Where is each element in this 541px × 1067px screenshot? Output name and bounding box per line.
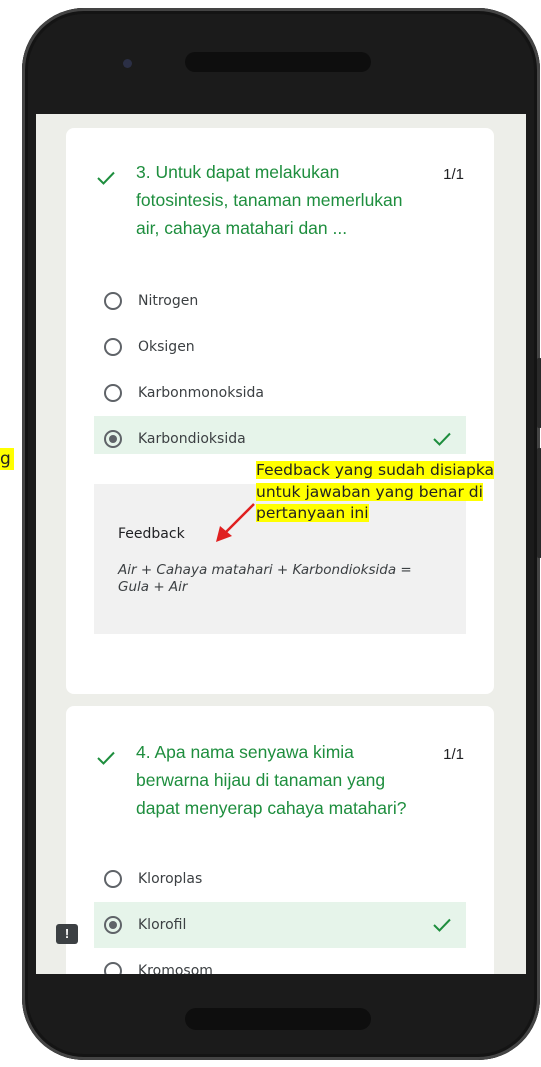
feedback-text-line: Gula + Air: [118, 579, 188, 595]
radio-icon[interactable]: [104, 962, 122, 974]
option-kloroplas[interactable]: Kloroplas: [94, 856, 466, 902]
correct-answer-check-icon: [433, 918, 451, 932]
option-label: Oksigen: [138, 339, 195, 355]
question-title: 3. Untuk dapat melakukan fotosintesis, t…: [136, 158, 436, 242]
question-title-line: air, cahaya matahari dan ...: [136, 218, 348, 238]
feedback-text-line: Air + Cahaya matahari + Karbondioksida =: [118, 562, 412, 578]
option-nitrogen[interactable]: Nitrogen: [94, 278, 466, 324]
option-label: Kromosom: [138, 963, 213, 974]
radio-selected-icon[interactable]: [104, 430, 122, 448]
radio-icon[interactable]: [104, 292, 122, 310]
front-camera: [123, 59, 132, 68]
radio-icon[interactable]: [104, 870, 122, 888]
annotation-callout: Feedback yang sudah disiapka untuk jawab…: [256, 460, 541, 525]
question-card-3: 3. Untuk dapat melakukan fotosintesis, t…: [66, 128, 494, 488]
option-kromosom[interactable]: Kromosom: [94, 948, 466, 974]
annotation-line: Feedback yang sudah disiapka: [256, 461, 495, 479]
option-label: Klorofil: [138, 917, 187, 933]
option-label: Karbonmonoksida: [138, 385, 264, 401]
question-title-line: fotosintesis, tanaman memerlukan: [136, 190, 403, 210]
radio-selected-icon[interactable]: [104, 916, 122, 934]
correct-check-icon: [97, 751, 115, 765]
option-label: Nitrogen: [138, 293, 199, 309]
radio-icon[interactable]: [104, 384, 122, 402]
feedback-report-icon[interactable]: !: [56, 924, 78, 944]
phone-frame: 3. Untuk dapat melakukan fotosintesis, t…: [22, 8, 541, 1060]
correct-answer-check-icon: [433, 432, 451, 446]
earpiece-speaker: [185, 52, 371, 72]
question-title-line: 3. Untuk dapat melakukan: [136, 162, 340, 182]
annotation-arrow-icon: [216, 503, 255, 542]
feedback-text: Air + Cahaya matahari + Karbondioksida =…: [118, 562, 438, 596]
option-label: Karbondioksida: [138, 431, 246, 447]
question-title-line: dapat menyerap cahaya matahari?: [136, 798, 407, 818]
left-annotation-fragment: g: [0, 448, 14, 470]
phone-screen: 3. Untuk dapat melakukan fotosintesis, t…: [36, 114, 526, 974]
option-klorofil[interactable]: Klorofil: [94, 902, 466, 948]
bottom-speaker-bar: [185, 1008, 371, 1030]
question-card-4: 4. Apa nama senyawa kimia berwarna hijau…: [66, 706, 494, 974]
option-label: Kloroplas: [138, 871, 203, 887]
feedback-title: Feedback: [118, 526, 185, 542]
annotation-line: pertanyaan ini: [256, 504, 369, 522]
volume-button: [537, 358, 541, 428]
option-karbonmonoksida[interactable]: Karbonmonoksida: [94, 370, 466, 416]
correct-check-icon: [97, 171, 115, 185]
annotation-line: untuk jawaban yang benar di: [256, 482, 483, 501]
question-score: 1/1: [443, 746, 464, 763]
question-title-line: 4. Apa nama senyawa kimia: [136, 742, 354, 762]
radio-icon[interactable]: [104, 338, 122, 356]
option-oksigen[interactable]: Oksigen: [94, 324, 466, 370]
question-score: 1/1: [443, 166, 464, 183]
question-title: 4. Apa nama senyawa kimia berwarna hijau…: [136, 738, 436, 822]
question-title-line: berwarna hijau di tanaman yang: [136, 770, 386, 790]
